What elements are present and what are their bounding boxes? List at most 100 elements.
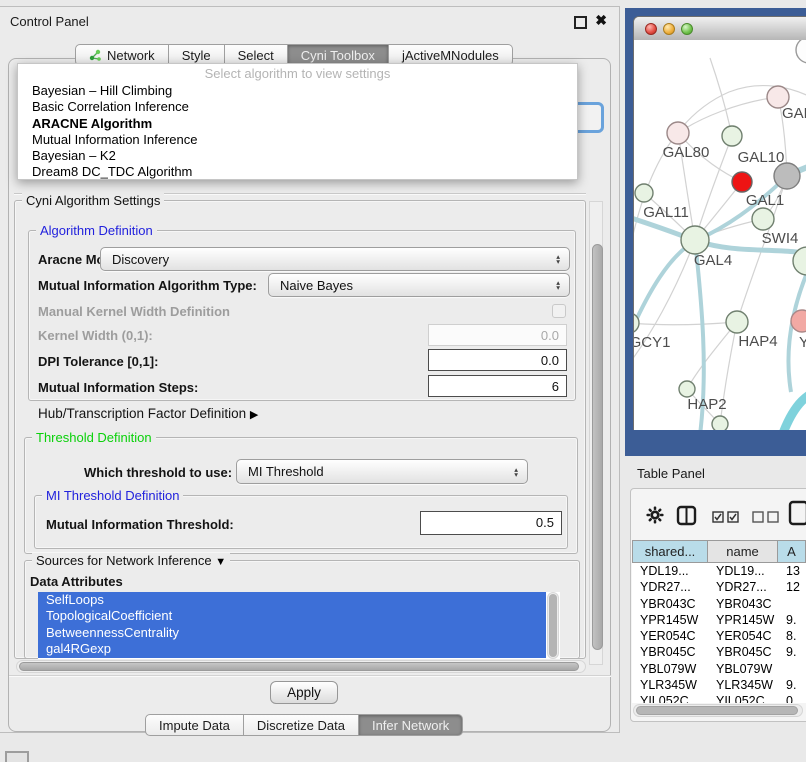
mi-threshold-field[interactable]: 0.5 [420,511,562,535]
table-row[interactable]: YBL079WYBL079W [632,661,806,677]
mi-steps-label: Mutual Information Steps: [38,380,198,395]
column-header-shared[interactable]: shared... [632,540,708,563]
network-node[interactable] [681,226,709,254]
sources-legend[interactable]: Sources for Network Inference ▼ [32,553,230,568]
close-traffic-light-icon[interactable] [645,23,657,35]
table-cell: YBL079W [632,661,708,677]
table-body: YDL19...YDL19...13YDR27...YDR27...12YBR0… [632,563,806,703]
table-row[interactable]: YER054CYER054C8. [632,628,806,644]
tab-label: Cyni Toolbox [301,48,375,63]
settings-vertical-scrollbar-thumb[interactable] [592,244,603,650]
kernel-width-field[interactable]: 0.0 [428,324,567,346]
aracne-mode-select[interactable]: Discovery ▴▾ [100,247,570,271]
mi-algorithm-type-select[interactable]: Naive Bayes ▴▾ [268,273,570,297]
node-label: Y [799,334,806,351]
table-cell: 12 [778,579,806,595]
table-row[interactable]: YDR27...YDR27...12 [632,579,806,595]
minimize-traffic-light-icon[interactable] [663,23,675,35]
node-label: GAL1 [746,192,784,209]
algorithm-option[interactable]: Basic Correlation Inference [18,99,577,115]
network-node[interactable] [679,381,695,397]
dpi-tolerance-label: DPI Tolerance [0,1]: [38,354,158,369]
network-node[interactable] [635,184,653,202]
table-row[interactable]: YBR043CYBR043C [632,596,806,612]
algorithm-option[interactable]: Dream8 DC_TDC Algorithm [18,164,577,180]
table-cell [778,596,806,612]
network-canvas[interactable]: GAL80GAL10GAL1GAL11GAL4SWI4GCY1HAP4YHAP2… [634,40,806,430]
apply-button[interactable]: Apply [270,681,338,704]
table-horizontal-scrollbar[interactable] [633,704,803,717]
manual-kernel-width-checkbox[interactable] [552,304,566,318]
network-node[interactable] [722,126,742,146]
network-node[interactable] [796,40,806,63]
mi-algorithm-type-label: Mutual Information Algorithm Type: [38,278,257,293]
hub-factor-expander[interactable]: Hub/Transcription Factor Definition ▶ [38,406,258,421]
file-icon[interactable] [788,500,806,526]
settings-vertical-scrollbar[interactable] [589,201,603,665]
table-cell: YDR27... [708,579,778,595]
network-node[interactable] [732,172,752,192]
collapsed-panel-button[interactable] [5,751,29,762]
network-edge [687,322,737,389]
screen: Control Panel ✖ NetworkStyleSelectCyni T… [0,0,806,762]
algorithm-option[interactable]: Bayesian – K2 [18,148,577,164]
table-row[interactable]: YBR045CYBR045C9. [632,644,806,660]
table-cell: YLR345W [708,677,778,693]
network-node[interactable] [774,163,800,189]
dpi-tolerance-field[interactable]: 0.0 [428,349,567,371]
combo-arrows-icon: ▴▾ [556,280,569,290]
table-row[interactable]: YDL19...YDL19...13 [632,563,806,579]
network-graph: GAL80GAL10GAL1GAL11GAL4SWI4GCY1HAP4YHAP2… [634,40,806,430]
table-cell: YDL19... [708,563,778,579]
network-node[interactable] [667,122,689,144]
tab-impute-data[interactable]: Impute Data [145,714,244,736]
mi-steps-field[interactable]: 6 [428,375,567,397]
table-horizontal-scrollbar-thumb[interactable] [636,706,798,715]
settings-horizontal-scrollbar[interactable] [16,660,586,673]
table-header: shared...nameA [632,540,806,563]
column-view-icon[interactable] [676,505,697,526]
select-all-checkboxes-icon[interactable] [712,511,740,523]
algorithm-option[interactable]: ARACNE Algorithm [18,116,577,132]
gear-icon[interactable] [646,506,664,524]
table-row[interactable]: YLR345WYLR345W9. [632,677,806,693]
column-header-name[interactable]: name [708,540,778,563]
algorithm-option[interactable]: Mutual Information Inference [18,132,577,148]
table-cell: YBL079W [708,661,778,677]
network-node[interactable] [712,416,728,430]
tab-discretize-data[interactable]: Discretize Data [244,714,359,736]
network-edge [782,388,806,430]
expander-right-icon: ▶ [250,409,258,421]
column-header-a[interactable]: A [778,540,806,563]
table-cell: YER054C [708,628,778,644]
table-row[interactable]: YPR145WYPR145W9. [632,612,806,628]
network-window-titlebar[interactable] [634,17,806,41]
network-node[interactable] [791,310,806,332]
attribute-item[interactable]: TopologicalCoefficient [38,608,546,624]
attribute-item[interactable]: gal4RGexp [38,641,546,657]
close-icon[interactable]: ✖ [595,12,607,29]
node-label: GAL10 [738,149,785,166]
network-node[interactable] [752,208,774,230]
tab-label: Infer Network [372,718,449,733]
zoom-traffic-light-icon[interactable] [681,23,693,35]
float-window-icon[interactable] [574,16,587,29]
attribute-item[interactable]: SelfLoops [38,592,546,608]
algorithm-option[interactable]: Bayesian – Hill Climbing [18,83,577,99]
cyni-mode-tabs: Impute DataDiscretize Data Infer Network [145,714,463,736]
attributes-scrollbar[interactable] [547,592,559,659]
node-label: SWI4 [762,230,799,247]
control-panel-window: Control Panel ✖ NetworkStyleSelectCyni T… [0,6,620,733]
table-cell: YDL19... [632,563,708,579]
table-row[interactable]: YIL052CYIL052C0 [632,693,806,703]
attribute-item[interactable]: BetweennessCentrality [38,625,546,641]
network-node[interactable] [726,311,748,333]
which-threshold-select[interactable]: MI Threshold ▴▾ [236,459,528,484]
table-cell: YBR045C [708,644,778,660]
mi-threshold-label: Mutual Information Threshold: [46,517,234,532]
deselect-checkboxes-icon[interactable] [752,511,780,523]
settings-horizontal-scrollbar-thumb[interactable] [19,662,579,671]
attributes-scrollbar-thumb[interactable] [549,594,557,657]
tab-infer-network[interactable]: Infer Network [359,714,463,736]
node-label: HAP4 [738,333,777,350]
